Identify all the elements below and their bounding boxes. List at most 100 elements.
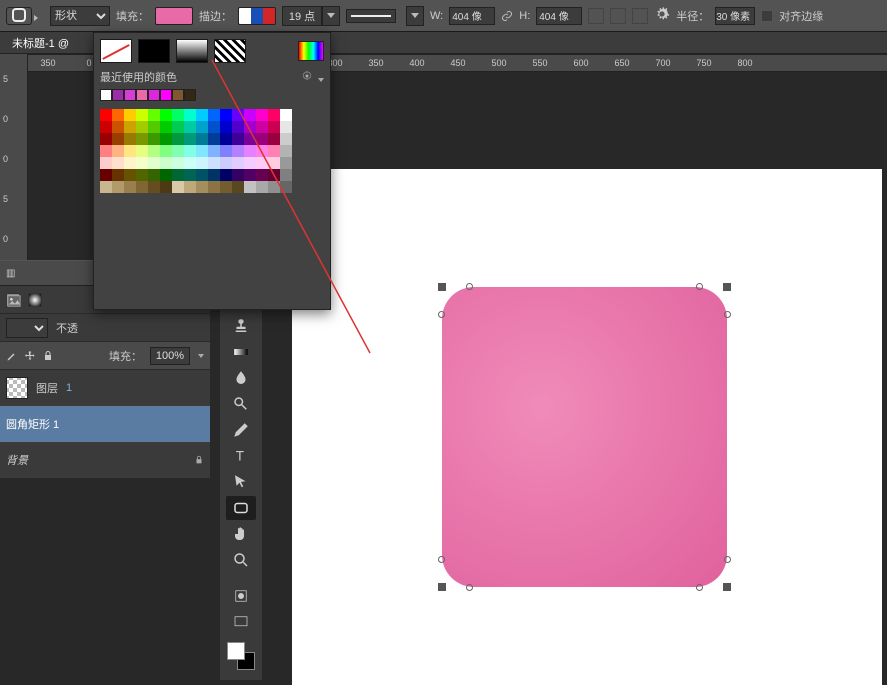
color-swatch[interactable] bbox=[136, 169, 148, 181]
brush-lock-icon[interactable] bbox=[6, 350, 18, 362]
color-swatch[interactable] bbox=[112, 121, 124, 133]
color-swatch[interactable] bbox=[256, 133, 268, 145]
color-swatch[interactable] bbox=[124, 133, 136, 145]
color-swatch[interactable] bbox=[112, 157, 124, 169]
color-swatch[interactable] bbox=[196, 133, 208, 145]
fill-swatch[interactable] bbox=[155, 7, 193, 25]
color-swatch[interactable] bbox=[172, 145, 184, 157]
recent-color-swatch[interactable] bbox=[172, 89, 184, 101]
color-swatch[interactable] bbox=[100, 109, 112, 121]
color-swatch[interactable] bbox=[160, 121, 172, 133]
color-swatch[interactable] bbox=[112, 133, 124, 145]
quick-mask-icon[interactable] bbox=[226, 584, 256, 608]
color-swatch[interactable] bbox=[124, 157, 136, 169]
corner-anchor[interactable] bbox=[438, 311, 445, 318]
color-swatch[interactable] bbox=[112, 109, 124, 121]
link-wh-icon[interactable] bbox=[501, 10, 513, 22]
corner-anchor[interactable] bbox=[438, 556, 445, 563]
color-swatch[interactable] bbox=[232, 181, 244, 193]
rounded-rectangle-shape[interactable] bbox=[442, 287, 727, 587]
pathops-icon-1[interactable] bbox=[588, 8, 604, 24]
stamp-tool-icon[interactable] bbox=[226, 314, 256, 338]
height-input[interactable] bbox=[536, 7, 582, 25]
layer-row[interactable]: 背景 bbox=[0, 442, 210, 478]
color-swatch[interactable] bbox=[244, 121, 256, 133]
recent-color-swatch[interactable] bbox=[148, 89, 160, 101]
color-swatch[interactable] bbox=[232, 157, 244, 169]
color-swatch[interactable] bbox=[112, 169, 124, 181]
color-swatch[interactable] bbox=[232, 109, 244, 121]
color-swatch[interactable] bbox=[268, 133, 280, 145]
color-swatch[interactable] bbox=[148, 109, 160, 121]
fill-type-gradient[interactable] bbox=[176, 39, 208, 63]
color-swatch[interactable] bbox=[160, 169, 172, 181]
color-swatch[interactable] bbox=[232, 169, 244, 181]
color-swatch[interactable] bbox=[160, 157, 172, 169]
text-tool-icon[interactable]: T bbox=[226, 444, 256, 468]
color-swatch[interactable] bbox=[208, 145, 220, 157]
color-swatch[interactable] bbox=[244, 145, 256, 157]
layer-name[interactable]: 背景 bbox=[6, 452, 28, 468]
color-swatch[interactable] bbox=[268, 121, 280, 133]
tool-preset-icon[interactable] bbox=[6, 7, 32, 25]
color-swatch[interactable] bbox=[136, 121, 148, 133]
color-swatch[interactable] bbox=[208, 121, 220, 133]
color-swatch[interactable] bbox=[244, 157, 256, 169]
color-swatch[interactable] bbox=[184, 109, 196, 121]
color-swatch[interactable] bbox=[208, 109, 220, 121]
color-swatch[interactable] bbox=[196, 181, 208, 193]
blur-tool-icon[interactable] bbox=[226, 366, 256, 390]
color-swatch[interactable] bbox=[160, 133, 172, 145]
color-swatch[interactable] bbox=[148, 145, 160, 157]
color-swatch[interactable] bbox=[208, 169, 220, 181]
color-swatch[interactable] bbox=[172, 169, 184, 181]
color-swatch[interactable] bbox=[256, 145, 268, 157]
recent-color-swatch[interactable] bbox=[100, 89, 112, 101]
color-swatch[interactable] bbox=[256, 109, 268, 121]
gradient-tool-icon[interactable] bbox=[226, 340, 256, 364]
color-swatch[interactable] bbox=[148, 121, 160, 133]
layer-name[interactable]: 圆角矩形 1 bbox=[6, 416, 59, 432]
lock-all-icon[interactable] bbox=[42, 350, 54, 362]
recent-color-swatch[interactable] bbox=[136, 89, 148, 101]
color-swatch[interactable] bbox=[208, 133, 220, 145]
screen-mode-icon[interactable] bbox=[226, 610, 256, 634]
stroke-size-dropdown[interactable] bbox=[322, 6, 340, 26]
color-swatch[interactable] bbox=[112, 145, 124, 157]
color-swatch[interactable] bbox=[280, 121, 292, 133]
panel-tab-icon[interactable]: ▥ bbox=[6, 268, 15, 279]
color-swatch[interactable] bbox=[100, 169, 112, 181]
color-swatch[interactable] bbox=[244, 133, 256, 145]
transform-handle-bl[interactable] bbox=[438, 583, 446, 591]
color-swatch[interactable] bbox=[280, 133, 292, 145]
color-swatch[interactable] bbox=[172, 157, 184, 169]
color-swatch[interactable] bbox=[124, 109, 136, 121]
color-swatch[interactable] bbox=[148, 157, 160, 169]
stroke-style-dropdown[interactable] bbox=[406, 6, 424, 26]
stroke-size-input[interactable] bbox=[282, 6, 322, 26]
color-swatch[interactable] bbox=[220, 121, 232, 133]
gear-icon[interactable] bbox=[654, 6, 670, 25]
recent-color-swatch[interactable] bbox=[124, 89, 136, 101]
foreground-color-swatch[interactable] bbox=[227, 642, 245, 660]
color-swatch[interactable] bbox=[280, 169, 292, 181]
color-swatch[interactable] bbox=[280, 109, 292, 121]
color-swatch[interactable] bbox=[196, 145, 208, 157]
transform-handle-tr[interactable] bbox=[723, 283, 731, 291]
color-swatch[interactable] bbox=[268, 181, 280, 193]
pen-tool-icon[interactable] bbox=[226, 418, 256, 442]
color-swatch[interactable] bbox=[256, 181, 268, 193]
fill-type-pattern[interactable] bbox=[214, 39, 246, 63]
color-swatch[interactable] bbox=[268, 169, 280, 181]
color-swatch[interactable] bbox=[124, 181, 136, 193]
color-swatch[interactable] bbox=[148, 169, 160, 181]
layer-row[interactable]: 圆角矩形 1 bbox=[0, 406, 210, 442]
image-icon[interactable] bbox=[6, 293, 20, 307]
color-swatch[interactable] bbox=[136, 133, 148, 145]
corner-anchor[interactable] bbox=[696, 584, 703, 591]
corner-anchor[interactable] bbox=[466, 584, 473, 591]
lock-icons-group[interactable] bbox=[6, 350, 54, 362]
path-selection-tool-icon[interactable] bbox=[226, 470, 256, 494]
color-swatch[interactable] bbox=[184, 121, 196, 133]
recent-color-swatch[interactable] bbox=[112, 89, 124, 101]
